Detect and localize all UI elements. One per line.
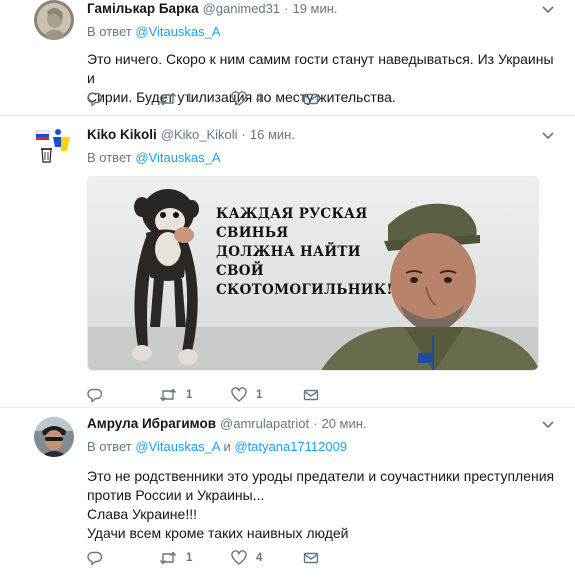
chevron-down-icon[interactable]: [541, 128, 555, 142]
reply-icon: [87, 92, 103, 107]
chevron-down-icon[interactable]: [541, 2, 555, 16]
avatar-image: [34, 0, 74, 40]
chevron-down-icon[interactable]: [541, 417, 555, 431]
tweet-3[interactable]: Амрула Ибрагимов @amrulapatriot · 20 мин…: [0, 408, 575, 578]
image-caption-line: СВИНЬЯ: [216, 225, 289, 241]
tweet-2[interactable]: Kiko Kikoli @Kiko_Kikoli · 16 мин. В отв…: [0, 116, 575, 408]
reply-mention[interactable]: @tatyana17112009: [234, 439, 347, 454]
heart-icon: [231, 550, 247, 565]
retweet-button[interactable]: 1: [159, 387, 231, 403]
tweet-header: Kiko Kikoli @Kiko_Kikoli · 16 мин.: [87, 126, 555, 144]
envelope-icon: [303, 389, 319, 401]
avatar-image: [34, 417, 74, 457]
like-button[interactable]: 4: [231, 550, 303, 566]
tweet-text-line: Это ничего. Скоро к ним самим гости стан…: [87, 51, 554, 86]
image-caption-line: ДОЛЖНА НАЙТИ: [216, 244, 361, 260]
tweet-header: Гамількар Барка @ganimed31 · 19 мин.: [87, 0, 555, 18]
author-name[interactable]: Амрула Ибрагимов: [87, 415, 216, 433]
action-bar: 1 4: [87, 550, 375, 566]
author-name[interactable]: Kiko Kikoli: [87, 126, 157, 144]
tweet-text-line: Удачи всем кроме таких наивных людей: [87, 525, 349, 541]
avatar[interactable]: [34, 417, 74, 457]
tweet-text-line: против России и Украины...: [87, 487, 265, 503]
reply-icon: [87, 551, 103, 566]
timestamp[interactable]: 20 мин.: [321, 415, 366, 433]
retweet-icon: [159, 92, 177, 106]
like-button[interactable]: 4: [231, 91, 303, 107]
reply-mention[interactable]: @Vitauskas_A: [135, 24, 220, 39]
envelope-icon: [303, 552, 319, 564]
retweet-count: 1: [186, 93, 193, 105]
separator-dot: ·: [241, 127, 246, 142]
reply-button[interactable]: [87, 387, 159, 403]
reply-joiner: и: [223, 439, 231, 454]
reply-prefix: В ответ: [87, 24, 132, 39]
reply-mention[interactable]: @Vitauskas_A: [135, 150, 220, 165]
avatar-image: [34, 125, 74, 165]
avatar[interactable]: [34, 125, 74, 165]
tweet-text-line: Слава Украине!!!: [87, 506, 197, 522]
tweet-text: Это не родственники это уроды предатели …: [87, 467, 555, 543]
image-caption-line: СВОЙ: [216, 263, 264, 279]
retweet-count: 1: [186, 552, 193, 564]
retweet-count: 1: [186, 389, 193, 401]
retweet-icon: [159, 551, 177, 565]
separator-dot: ·: [313, 416, 318, 431]
avatar[interactable]: [34, 0, 74, 40]
author-name[interactable]: Гамількар Барка: [87, 0, 199, 18]
timestamp[interactable]: 16 мин.: [250, 126, 295, 144]
action-bar: 1 1: [87, 387, 375, 403]
tweet-1[interactable]: Гамількар Барка @ganimed31 · 19 мин. В о…: [0, 0, 575, 116]
retweet-icon: [159, 388, 177, 402]
reply-context: В ответ @Vitauskas_A и @tatyana17112009: [87, 439, 555, 455]
reply-context: В ответ @Vitauskas_A: [87, 24, 555, 40]
author-handle[interactable]: @ganimed31: [203, 0, 281, 18]
like-count: 1: [256, 389, 263, 401]
tweet-image[interactable]: КАЖДАЯ РУСКАЯ СВИНЬЯ ДОЛЖНА НАЙТИ СВОЙ С…: [87, 176, 539, 371]
retweet-button[interactable]: 1: [159, 91, 231, 107]
reply-prefix: В ответ: [87, 150, 132, 165]
author-handle[interactable]: @amrulapatriot: [220, 415, 309, 433]
heart-icon: [231, 387, 247, 402]
dm-button[interactable]: [303, 91, 375, 107]
image-caption: КАЖДАЯ РУСКАЯ СВИНЬЯ ДОЛЖНА НАЙТИ СВОЙ С…: [216, 205, 393, 300]
envelope-icon: [303, 93, 319, 105]
dm-button[interactable]: [303, 387, 375, 403]
like-count: 4: [256, 93, 263, 105]
reply-button[interactable]: [87, 91, 159, 107]
reply-mention[interactable]: @Vitauskas_A: [135, 439, 220, 454]
timestamp[interactable]: 19 мин.: [292, 0, 337, 18]
image-caption-line: КАЖДАЯ РУСКАЯ: [216, 206, 368, 222]
like-count: 4: [256, 552, 263, 564]
reply-context: В ответ @Vitauskas_A: [87, 150, 555, 166]
action-bar: 1 4: [87, 91, 375, 107]
image-caption-line: СКОТОМОГИЛЬНИК!: [216, 282, 393, 298]
separator-dot: ·: [284, 1, 289, 16]
like-button[interactable]: 1: [231, 387, 303, 403]
reply-prefix: В ответ: [87, 439, 132, 454]
tweet-header: Амрула Ибрагимов @amrulapatriot · 20 мин…: [87, 415, 555, 433]
reply-icon: [87, 388, 103, 403]
reply-button[interactable]: [87, 550, 159, 566]
retweet-button[interactable]: 1: [159, 550, 231, 566]
tweet-text-line: Это не родственники это уроды предатели …: [87, 468, 555, 484]
heart-icon: [231, 91, 247, 106]
dm-button[interactable]: [303, 550, 375, 566]
author-handle[interactable]: @Kiko_Kikoli: [161, 126, 238, 144]
